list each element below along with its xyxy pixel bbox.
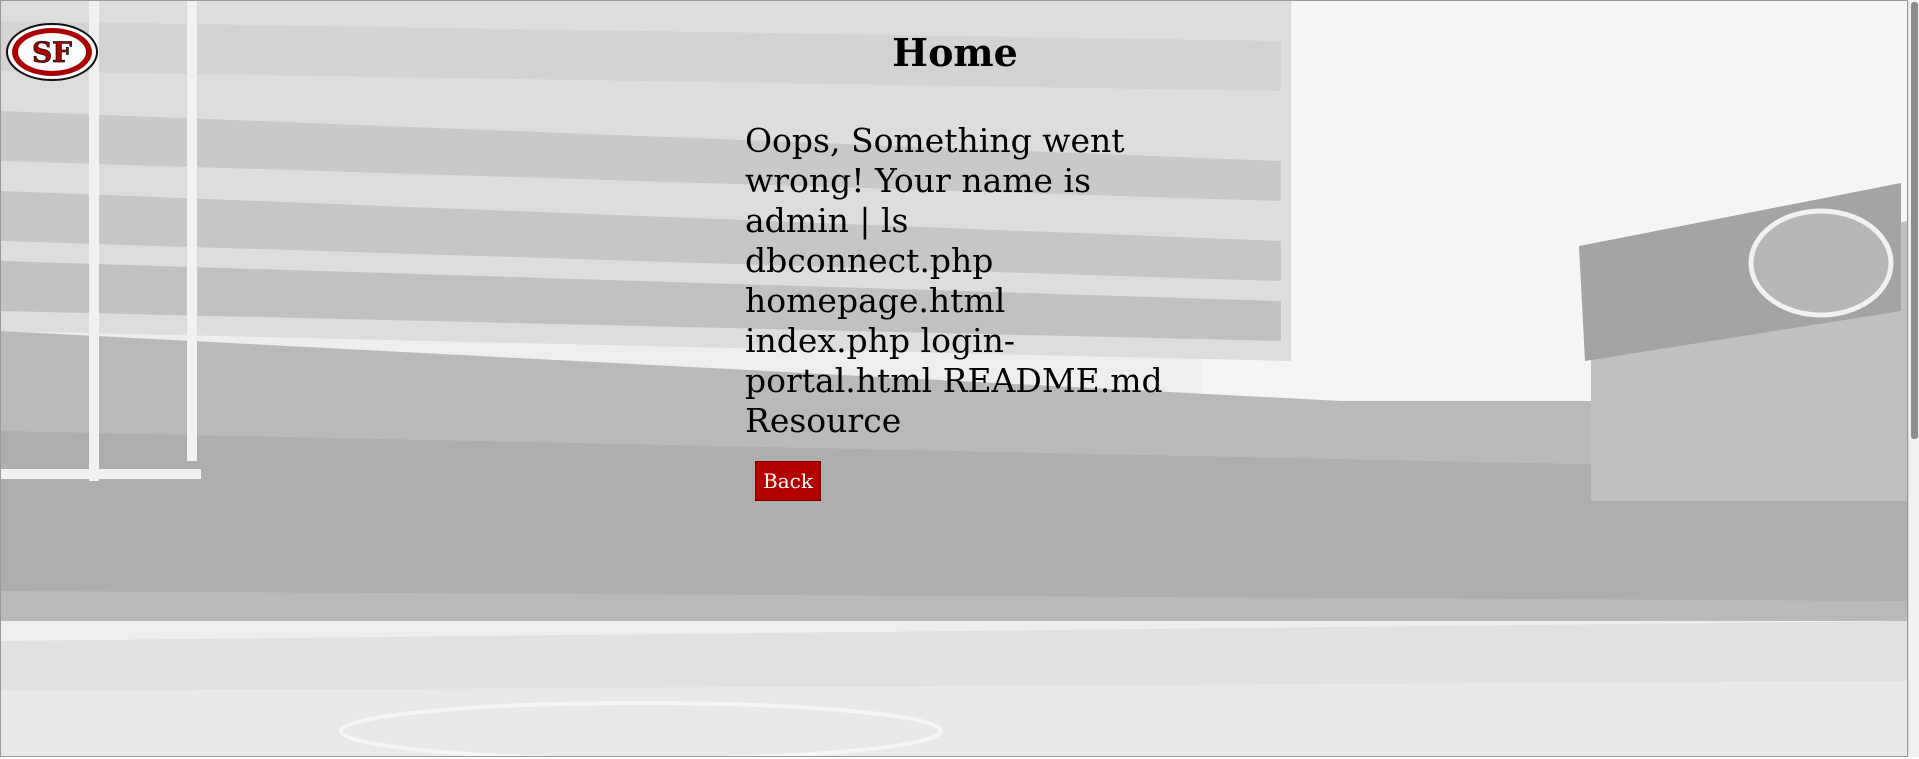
page-title: Home — [892, 30, 1018, 75]
back-button[interactable]: Back — [755, 461, 821, 501]
browser-viewport: SF Home Oops, Something went wrong! Your… — [0, 0, 1919, 759]
vertical-scrollbar[interactable] — [1908, 0, 1919, 757]
scrollbar-thumb[interactable] — [1911, 2, 1918, 439]
command-output-message: Oops, Something went wrong! Your name is… — [745, 121, 1163, 440]
page: SF Home Oops, Something went wrong! Your… — [0, 0, 1908, 757]
